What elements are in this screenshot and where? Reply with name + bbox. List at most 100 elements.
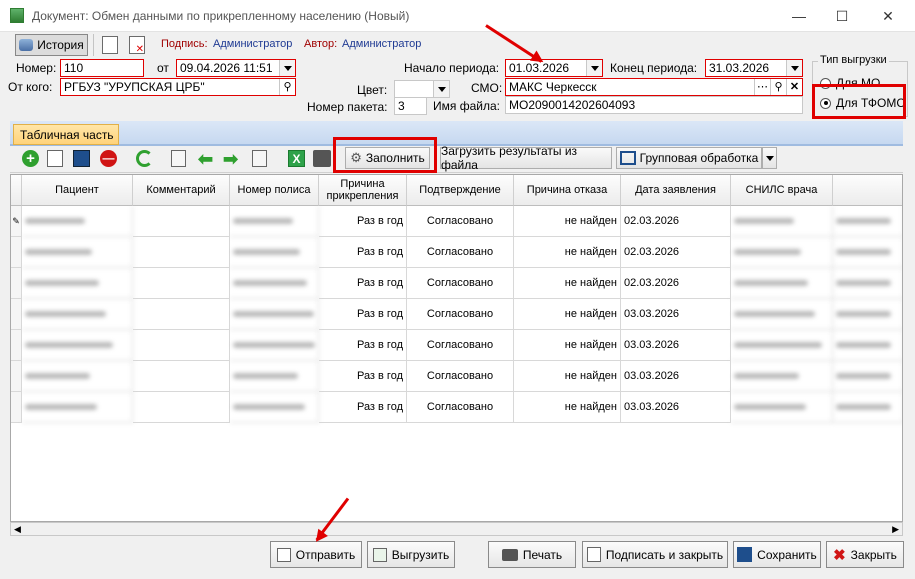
packet-field[interactable]: 3 <box>394 97 427 115</box>
arrow-right-icon[interactable]: ➡ <box>223 150 238 168</box>
table-cell-patient[interactable] <box>22 206 133 237</box>
table-cell-refusal[interactable]: не найден <box>514 361 621 392</box>
print-button[interactable]: Печать <box>488 541 576 568</box>
scroll-right-icon[interactable]: ▶ <box>892 524 899 535</box>
table-cell-comment[interactable] <box>133 206 230 237</box>
sign-and-close-button[interactable]: Подписать и закрыть <box>582 541 728 568</box>
table-cell-snils[interactable] <box>731 206 833 237</box>
number-field[interactable]: 110 <box>60 59 144 77</box>
group-processing-button[interactable]: Групповая обработка <box>616 147 762 169</box>
table-cell-reason[interactable]: Раз в год <box>319 361 407 392</box>
table-cell-policy[interactable] <box>230 206 319 237</box>
table-cell-extra[interactable] <box>833 330 902 361</box>
table-cell-extra[interactable] <box>833 268 902 299</box>
table-cell-date[interactable]: 02.03.2026 <box>621 268 731 299</box>
edit-row-icon[interactable] <box>47 150 63 167</box>
table-cell-refusal[interactable]: не найден <box>514 268 621 299</box>
column-header-refusal[interactable]: Причина отказа <box>514 175 621 206</box>
search-icon[interactable]: ⚲ <box>279 79 295 95</box>
column-header-date[interactable]: Дата заявления <box>621 175 731 206</box>
table-cell-policy[interactable] <box>230 361 319 392</box>
group-processing-dropdown[interactable] <box>762 147 777 169</box>
column-header-comment[interactable]: Комментарий <box>133 175 230 206</box>
row-selector[interactable] <box>11 299 22 330</box>
period-end-dropdown-icon[interactable] <box>786 60 802 76</box>
table-cell-reason[interactable]: Раз в год <box>319 392 407 423</box>
refresh-icon[interactable] <box>136 150 153 167</box>
table-cell-patient[interactable] <box>22 268 133 299</box>
table-cell-snils[interactable] <box>731 268 833 299</box>
period-end-field[interactable]: 31.03.2026 <box>705 59 803 77</box>
row-selector[interactable] <box>11 392 22 423</box>
table-cell-snils[interactable] <box>731 330 833 361</box>
save-row-icon[interactable] <box>73 150 90 167</box>
table-cell-comment[interactable] <box>133 361 230 392</box>
close-window-icon[interactable]: ✕ <box>874 6 902 26</box>
table-cell-extra[interactable] <box>833 206 902 237</box>
table-cell-policy[interactable] <box>230 268 319 299</box>
table-cell-refusal[interactable]: не найден <box>514 237 621 268</box>
arrow-left-icon[interactable]: ⬅ <box>198 150 213 168</box>
send-button[interactable]: Отправить <box>270 541 362 568</box>
excel-icon[interactable]: X <box>288 150 305 167</box>
minimize-icon[interactable]: — <box>785 6 813 26</box>
color-dropdown-icon[interactable] <box>433 81 449 97</box>
data-grid[interactable]: Пациент Комментарий Номер полиса Причина… <box>10 174 903 522</box>
color-select[interactable] <box>394 80 450 98</box>
history-button[interactable]: История <box>15 34 88 56</box>
save-button[interactable]: Сохранить <box>733 541 821 568</box>
add-row-icon[interactable]: + <box>22 150 39 167</box>
table-cell-date[interactable]: 03.03.2026 <box>621 361 731 392</box>
print-grid-icon[interactable] <box>313 150 331 167</box>
table-cell-confirm[interactable]: Согласовано <box>407 392 514 423</box>
smo-search-icon[interactable]: ⚲ <box>770 79 786 95</box>
table-cell-reason[interactable]: Раз в год <box>319 268 407 299</box>
table-cell-date[interactable]: 03.03.2026 <box>621 330 731 361</box>
column-header-confirmation[interactable]: Подтверждение <box>407 175 514 206</box>
table-cell-reason[interactable]: Раз в год <box>319 237 407 268</box>
table-cell-extra[interactable] <box>833 361 902 392</box>
table-cell-patient[interactable] <box>22 237 133 268</box>
tab-table-part[interactable]: Табличная часть <box>13 124 119 145</box>
document-check-icon[interactable] <box>102 36 118 54</box>
table-cell-comment[interactable] <box>133 268 230 299</box>
maximize-icon[interactable]: ☐ <box>828 6 856 26</box>
move-down-icon[interactable] <box>252 150 267 167</box>
table-cell-reason[interactable]: Раз в год <box>319 330 407 361</box>
row-selector[interactable] <box>11 330 22 361</box>
table-cell-patient[interactable] <box>22 299 133 330</box>
table-cell-date[interactable]: 03.03.2026 <box>621 299 731 330</box>
row-selector[interactable]: ✎ <box>11 206 22 237</box>
table-cell-date[interactable]: 03.03.2026 <box>621 392 731 423</box>
clear-icon[interactable]: ✕ <box>786 79 802 95</box>
table-cell-confirm[interactable]: Согласовано <box>407 237 514 268</box>
table-cell-refusal[interactable]: не найден <box>514 299 621 330</box>
row-selector[interactable] <box>11 361 22 392</box>
filename-field[interactable]: МО2090014202604093 <box>505 96 803 114</box>
table-cell-extra[interactable] <box>833 392 902 423</box>
table-cell-patient[interactable] <box>22 330 133 361</box>
smo-field[interactable]: МАКС Черкесск ⋯ ⚲ ✕ <box>505 78 803 96</box>
table-cell-comment[interactable] <box>133 299 230 330</box>
table-cell-refusal[interactable]: не найден <box>514 330 621 361</box>
radio-for-tfoms[interactable]: Для ТФОМС <box>820 96 905 110</box>
table-cell-policy[interactable] <box>230 330 319 361</box>
table-cell-confirm[interactable]: Согласовано <box>407 268 514 299</box>
table-cell-policy[interactable] <box>230 299 319 330</box>
table-cell-snils[interactable] <box>731 237 833 268</box>
table-cell-snils[interactable] <box>731 392 833 423</box>
table-cell-confirm[interactable]: Согласовано <box>407 361 514 392</box>
table-cell-date[interactable]: 02.03.2026 <box>621 237 731 268</box>
table-cell-snils[interactable] <box>731 299 833 330</box>
table-cell-policy[interactable] <box>230 392 319 423</box>
table-cell-comment[interactable] <box>133 237 230 268</box>
upload-button[interactable]: Выгрузить <box>367 541 455 568</box>
delete-row-icon[interactable]: — <box>100 150 117 167</box>
period-start-dropdown-icon[interactable] <box>586 60 602 76</box>
table-cell-confirm[interactable]: Согласовано <box>407 299 514 330</box>
date-dropdown-icon[interactable] <box>279 60 295 76</box>
table-cell-confirm[interactable]: Согласовано <box>407 330 514 361</box>
table-cell-refusal[interactable]: не найден <box>514 392 621 423</box>
table-cell-extra[interactable] <box>833 237 902 268</box>
table-cell-comment[interactable] <box>133 330 230 361</box>
